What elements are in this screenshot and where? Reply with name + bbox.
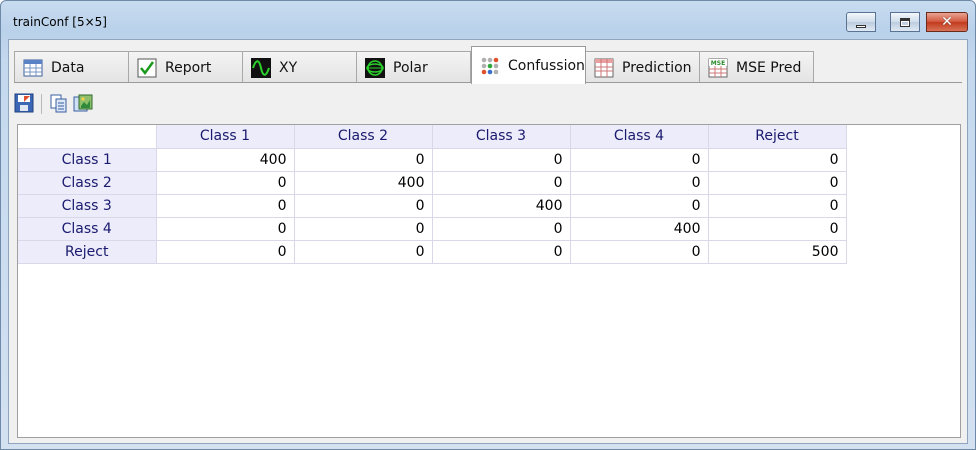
tab-label: Data [51, 59, 85, 76]
table-cell[interactable]: 0 [294, 240, 433, 264]
tab-mse-pred[interactable]: MSE MSE Pred [699, 51, 814, 83]
row-header[interactable]: Class 4 [18, 217, 157, 241]
toolbar-separator [41, 94, 42, 114]
table-row: Class 4 0 0 0 400 0 [18, 217, 847, 241]
table-cell[interactable]: 400 [570, 217, 709, 241]
table-cell[interactable]: 0 [570, 148, 709, 172]
table-cell[interactable]: 0 [294, 148, 433, 172]
client-area: Data Report XY Polar Confussion Predicti… [8, 39, 968, 444]
confusion-matrix-grid[interactable]: Class 1 Class 2 Class 3 Class 4 Reject C… [17, 124, 961, 438]
table-row: Reject 0 0 0 0 500 [18, 240, 847, 264]
row-header[interactable]: Class 1 [18, 148, 157, 172]
table-cell[interactable]: 0 [432, 148, 571, 172]
column-header[interactable]: Class 3 [432, 125, 571, 149]
minimize-icon [856, 24, 866, 28]
tab-report[interactable]: Report [128, 51, 243, 83]
table-cell[interactable]: 0 [156, 217, 295, 241]
table-cell[interactable]: 0 [708, 171, 847, 195]
tab-label: Polar [393, 59, 428, 76]
table-cell[interactable]: 0 [570, 240, 709, 264]
grid-chart-icon [594, 58, 614, 78]
table-cell[interactable]: 0 [432, 171, 571, 195]
table-icon [23, 58, 43, 78]
table-cell[interactable]: 0 [156, 240, 295, 264]
row-header[interactable]: Class 3 [18, 194, 157, 218]
table-cell[interactable]: 0 [708, 148, 847, 172]
tab-label: Confussion [508, 57, 585, 74]
copy-icon [49, 93, 69, 116]
table-cell[interactable]: 0 [708, 217, 847, 241]
corner-cell [18, 125, 157, 149]
tab-label: Prediction [622, 59, 692, 76]
tab-strip: Data Report XY Polar Confussion Predicti… [14, 46, 964, 84]
table-cell[interactable]: 400 [432, 194, 571, 218]
tab-label: XY [279, 59, 298, 76]
mse-icon-text: MSE [711, 60, 725, 67]
table-cell[interactable]: 0 [432, 240, 571, 264]
polar-plot-icon [365, 57, 385, 78]
toolbar [13, 92, 96, 116]
maximize-icon [900, 17, 910, 27]
table-cell[interactable]: 0 [570, 171, 709, 195]
export-image-button[interactable] [72, 93, 94, 115]
tab-polar[interactable]: Polar [356, 51, 471, 83]
title-bar[interactable]: trainConf [5×5] ✕ [1, 1, 975, 39]
window-title: trainConf [5×5] [13, 15, 107, 29]
tab-label: Report [165, 59, 212, 76]
table-cell[interactable]: 500 [708, 240, 847, 264]
save-icon [14, 93, 34, 116]
tab-confussion[interactable]: Confussion [471, 46, 586, 84]
checkmark-icon [137, 58, 157, 78]
tab-xy[interactable]: XY [242, 51, 357, 83]
table-row: Class 3 0 0 400 0 0 [18, 194, 847, 218]
export-image-icon [73, 93, 93, 116]
tab-data[interactable]: Data [14, 51, 129, 83]
close-button[interactable]: ✕ [926, 12, 968, 32]
header-row: Class 1 Class 2 Class 3 Class 4 Reject [18, 125, 847, 149]
save-button[interactable] [13, 93, 35, 115]
table-cell[interactable]: 400 [156, 148, 295, 172]
sine-wave-icon [251, 57, 271, 78]
column-header[interactable]: Class 4 [570, 125, 709, 149]
table-cell[interactable]: 0 [156, 171, 295, 195]
table-row: Class 1 400 0 0 0 0 [18, 148, 847, 172]
table-cell[interactable]: 0 [708, 194, 847, 218]
confusion-matrix-table: Class 1 Class 2 Class 3 Class 4 Reject C… [18, 125, 847, 264]
tab-label: MSE Pred [736, 59, 802, 76]
app-window: trainConf [5×5] ✕ Data Report XY Polar C… [0, 0, 976, 450]
table-row: Class 2 0 400 0 0 0 [18, 171, 847, 195]
maximize-button[interactable] [890, 12, 920, 32]
column-header[interactable]: Class 2 [294, 125, 433, 149]
column-header[interactable]: Class 1 [156, 125, 295, 149]
close-icon: ✕ [941, 14, 953, 30]
mse-icon: MSE [708, 58, 728, 78]
table-cell[interactable]: 0 [156, 194, 295, 218]
minimize-button[interactable] [846, 12, 876, 32]
table-cell[interactable]: 0 [294, 194, 433, 218]
copy-button[interactable] [48, 93, 70, 115]
row-header[interactable]: Class 2 [18, 171, 157, 195]
dots-matrix-icon [480, 56, 500, 76]
column-header[interactable]: Reject [708, 125, 847, 149]
table-cell[interactable]: 0 [432, 217, 571, 241]
table-cell[interactable]: 0 [294, 217, 433, 241]
table-cell[interactable]: 400 [294, 171, 433, 195]
table-cell[interactable]: 0 [570, 194, 709, 218]
row-header[interactable]: Reject [18, 240, 157, 264]
tab-prediction[interactable]: Prediction [585, 51, 700, 83]
